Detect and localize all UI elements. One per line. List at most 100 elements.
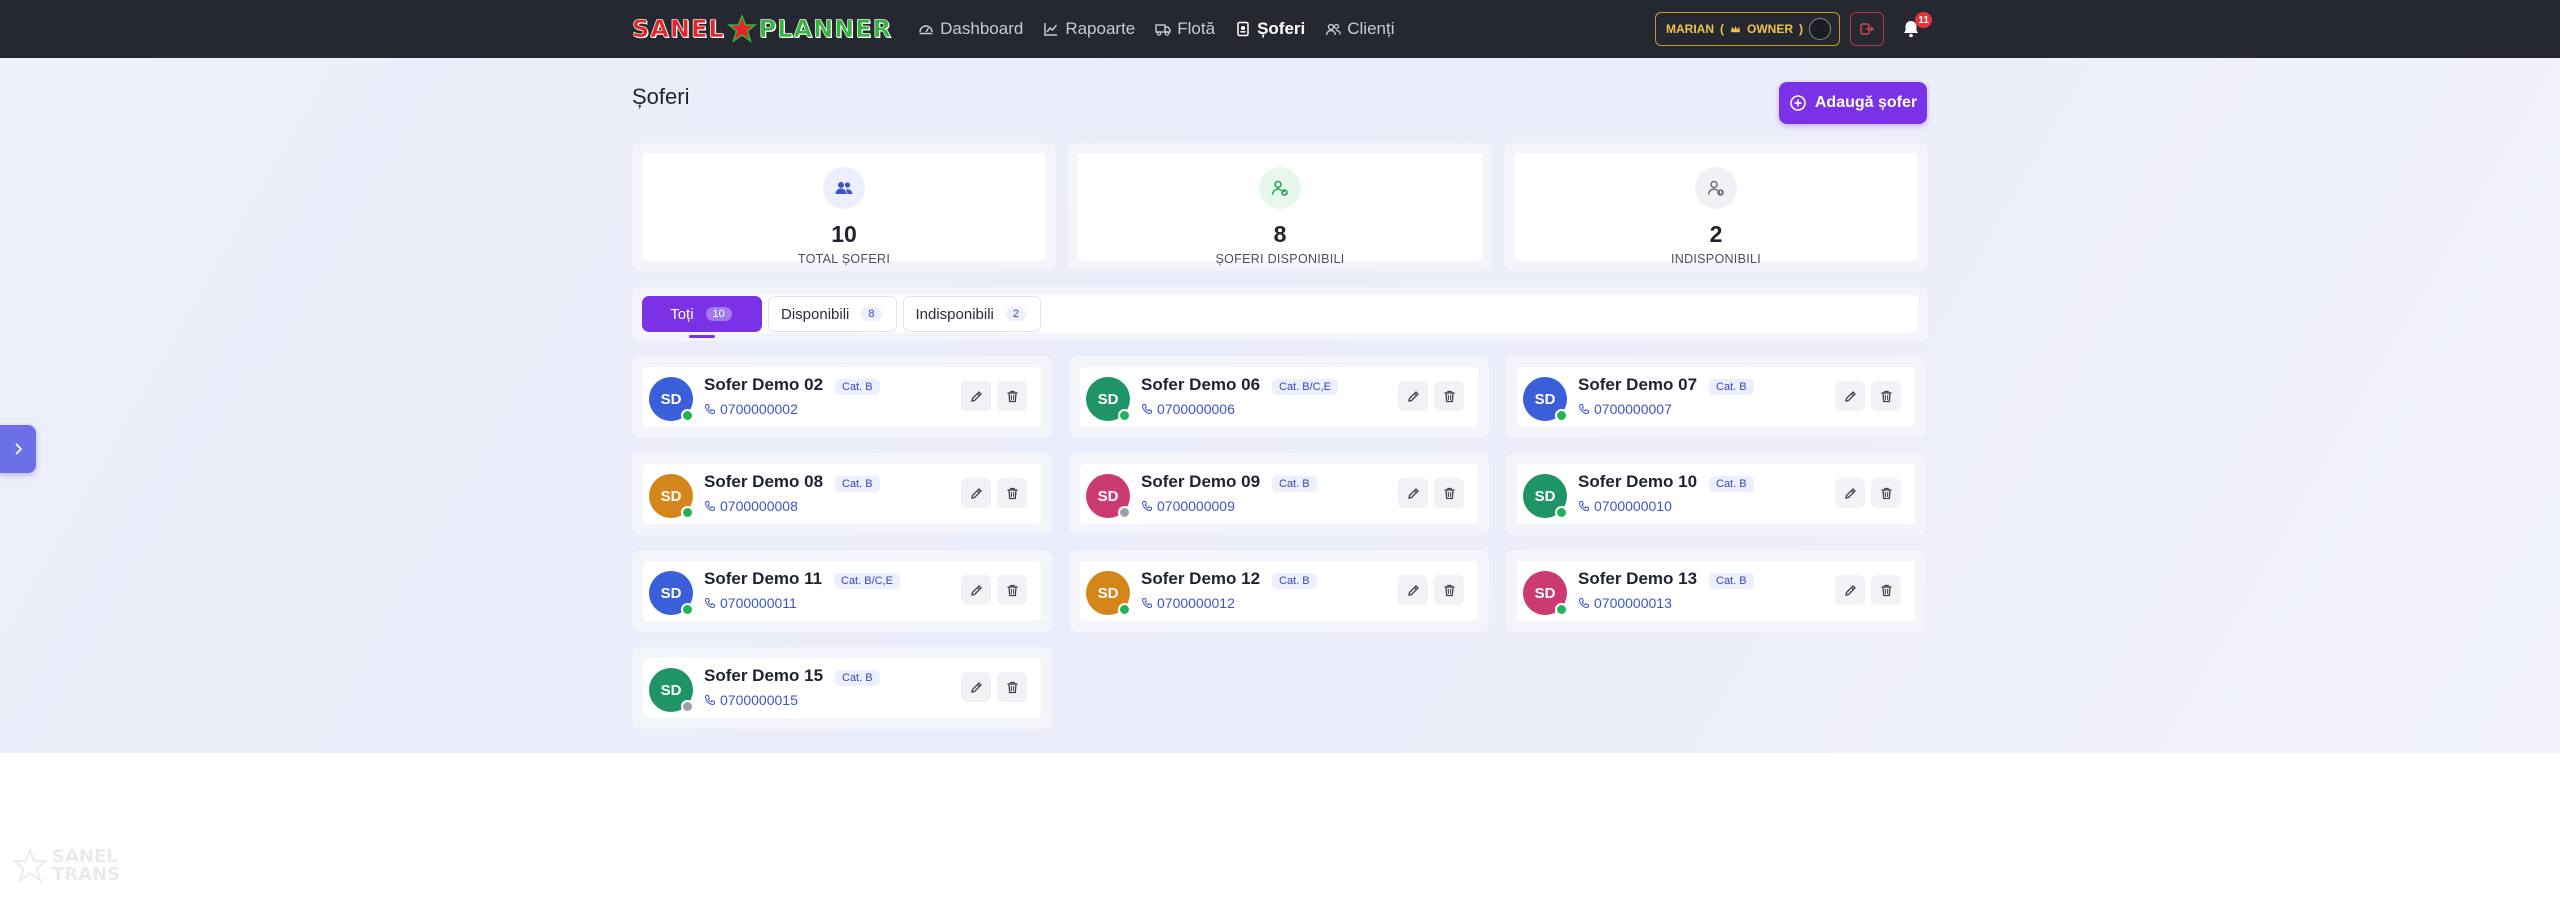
avatar-initials: SD xyxy=(660,487,682,505)
delete-driver-button[interactable] xyxy=(1871,575,1901,605)
driver-phone-link[interactable]: 0700000011 xyxy=(704,595,797,611)
notifications-button[interactable]: 11 xyxy=(1894,12,1932,46)
license-category-badge: Cat. B xyxy=(835,670,880,686)
edit-driver-button[interactable] xyxy=(1398,575,1428,605)
nav-item-clienti[interactable]: Clienți xyxy=(1323,15,1396,43)
avatar-initials: SD xyxy=(1097,487,1119,505)
phone-icon xyxy=(1141,500,1153,512)
driver-phone-link[interactable]: 0700000007 xyxy=(1578,401,1672,417)
avatar-initials: SD xyxy=(1534,390,1556,408)
phone-icon xyxy=(1141,403,1153,415)
users-icon xyxy=(1326,23,1341,36)
driver-name: Sofer Demo 06 xyxy=(1141,375,1261,394)
nav-item-label: Flotă xyxy=(1177,19,1216,38)
driver-card[interactable]: SD Sofer Demo 15 Cat. B 0700000015 xyxy=(632,647,1052,729)
tab-label: Toți xyxy=(670,305,694,323)
pencil-icon xyxy=(970,681,982,693)
edit-driver-button[interactable] xyxy=(961,381,991,411)
edit-driver-button[interactable] xyxy=(1835,478,1865,508)
delete-driver-button[interactable] xyxy=(997,672,1027,702)
driver-phone-link[interactable]: 0700000006 xyxy=(1141,401,1235,417)
status-indicator xyxy=(681,700,694,713)
delete-driver-button[interactable] xyxy=(1434,381,1464,411)
driver-card[interactable]: SD Sofer Demo 12 Cat. B 0700000012 xyxy=(1069,550,1489,632)
phone-icon xyxy=(1141,597,1153,609)
brand-text-first: SANEL xyxy=(632,15,725,44)
driver-card[interactable]: SD Sofer Demo 02 Cat. B 0700000002 xyxy=(632,356,1052,438)
trash-icon xyxy=(1881,487,1891,499)
edit-driver-button[interactable] xyxy=(961,478,991,508)
avatar-initials: SD xyxy=(1097,584,1119,602)
phone-icon xyxy=(704,694,716,706)
edit-driver-button[interactable] xyxy=(1398,381,1428,411)
pencil-icon xyxy=(1844,390,1856,402)
role-open-paren: ( xyxy=(1720,22,1724,36)
driver-name: Sofer Demo 09 xyxy=(1141,472,1261,491)
status-indicator xyxy=(681,409,694,422)
user-menu[interactable]: MARIAN ( OWNER ) xyxy=(1655,12,1840,46)
driver-card[interactable]: SD Sofer Demo 07 Cat. B 0700000007 xyxy=(1506,356,1926,438)
trash-icon xyxy=(1444,584,1454,596)
driver-card[interactable]: SD Sofer Demo 09 Cat. B 0700000009 xyxy=(1069,453,1489,535)
driver-name: Sofer Demo 15 xyxy=(704,666,824,685)
edit-driver-button[interactable] xyxy=(961,672,991,702)
edit-driver-button[interactable] xyxy=(961,575,991,605)
delete-driver-button[interactable] xyxy=(997,478,1027,508)
nav-item-soferi[interactable]: Șoferi xyxy=(1233,15,1307,43)
tab-available[interactable]: Disponibili 8 xyxy=(768,296,897,332)
status-indicator xyxy=(1118,603,1131,616)
driver-card[interactable]: SD Sofer Demo 10 Cat. B 0700000010 xyxy=(1506,453,1926,535)
sidebar-toggle-button[interactable] xyxy=(0,425,36,473)
driver-phone-link[interactable]: 0700000015 xyxy=(704,692,798,708)
nav-item-flota[interactable]: Flotă xyxy=(1153,15,1217,43)
driver-card[interactable]: SD Sofer Demo 06 Cat. B/C,E 0700000006 xyxy=(1069,356,1489,438)
tab-all[interactable]: Toți 10 xyxy=(642,296,762,338)
driver-phone-link[interactable]: 0700000002 xyxy=(704,401,798,417)
edit-driver-button[interactable] xyxy=(1835,381,1865,411)
driver-phone-link[interactable]: 0700000013 xyxy=(1578,595,1672,611)
nav-item-rapoarte[interactable]: Rapoarte xyxy=(1041,15,1137,43)
user-clock-icon xyxy=(1707,180,1724,196)
brand-logo[interactable]: SANEL PLANNER xyxy=(632,0,892,58)
filter-tabs-bar: Toți 10 Disponibili 8 Indisponibili 2 xyxy=(632,287,1928,341)
trash-icon xyxy=(1007,390,1017,402)
phone-number: 0700000013 xyxy=(1594,595,1672,611)
edit-driver-button[interactable] xyxy=(1835,575,1865,605)
driver-card[interactable]: SD Sofer Demo 11 Cat. B/C,E 0700000011 xyxy=(632,550,1052,632)
nav-item-dashboard[interactable]: Dashboard xyxy=(916,15,1025,43)
add-driver-button[interactable]: Adaugă șofer xyxy=(1779,82,1927,124)
phone-number: 0700000008 xyxy=(720,498,798,514)
delete-driver-button[interactable] xyxy=(997,381,1027,411)
tab-unavailable[interactable]: Indisponibili 2 xyxy=(902,296,1042,332)
phone-number: 0700000010 xyxy=(1594,498,1672,514)
logout-button[interactable] xyxy=(1850,12,1884,46)
delete-driver-button[interactable] xyxy=(997,575,1027,605)
user-role: OWNER xyxy=(1747,22,1793,36)
driver-card[interactable]: SD Sofer Demo 13 Cat. B 0700000013 xyxy=(1506,550,1926,632)
trash-icon xyxy=(1007,487,1017,499)
driver-phone-link[interactable]: 0700000012 xyxy=(1141,595,1235,611)
nav-item-label: Șoferi xyxy=(1257,19,1306,38)
edit-driver-button[interactable] xyxy=(1398,478,1428,508)
license-category-badge: Cat. B xyxy=(1272,573,1317,589)
stat-value: 2 xyxy=(1709,221,1723,247)
phone-number: 0700000012 xyxy=(1157,595,1235,611)
driver-phone-link[interactable]: 0700000008 xyxy=(704,498,798,514)
stat-card-available: 8 ȘOFERI DISPONIBILI xyxy=(1068,143,1492,271)
driver-phone-link[interactable]: 0700000009 xyxy=(1141,498,1235,514)
stat-card-inner: 10 TOTAL ȘOFERI xyxy=(642,153,1046,266)
avatar-initials: SD xyxy=(660,681,682,699)
delete-driver-button[interactable] xyxy=(1871,381,1901,411)
driver-card[interactable]: SD Sofer Demo 08 Cat. B 0700000008 xyxy=(632,453,1052,535)
delete-driver-button[interactable] xyxy=(1434,575,1464,605)
delete-driver-button[interactable] xyxy=(1434,478,1464,508)
avatar xyxy=(1809,18,1831,40)
trash-icon xyxy=(1007,681,1017,693)
driver-card-inner: SD Sofer Demo 08 Cat. B 0700000008 xyxy=(643,464,1041,524)
driver-phone-link[interactable]: 0700000010 xyxy=(1578,498,1672,514)
phone-icon xyxy=(704,500,716,512)
delete-driver-button[interactable] xyxy=(1871,478,1901,508)
watermark-line2: TRANS xyxy=(52,864,121,885)
trash-icon xyxy=(1007,584,1017,596)
phone-number: 0700000015 xyxy=(720,692,798,708)
